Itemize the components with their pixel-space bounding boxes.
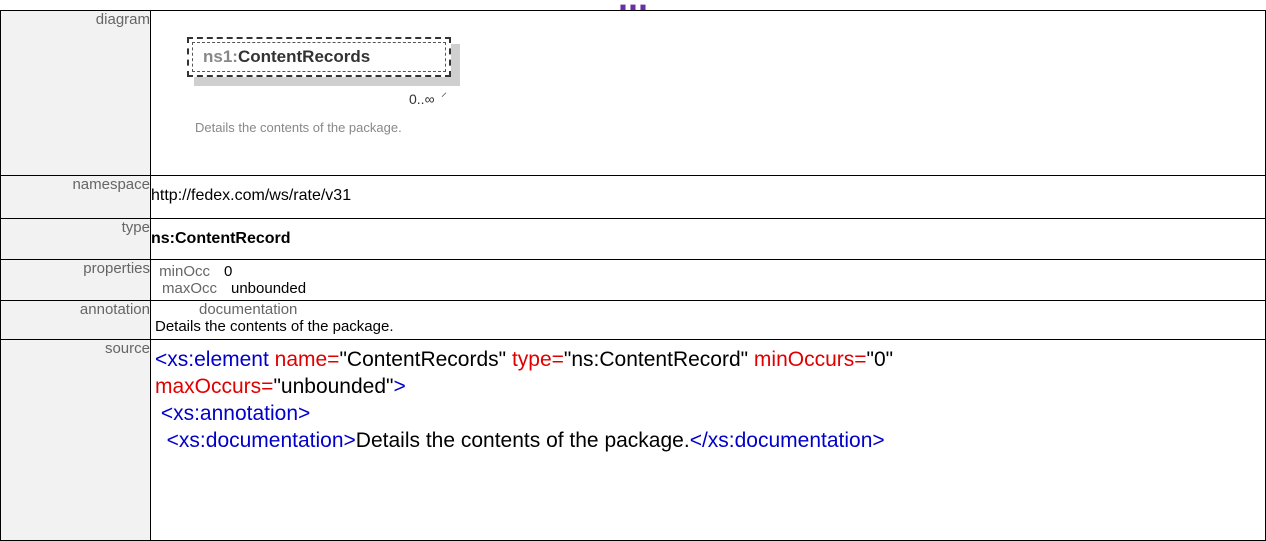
element-diagram: ns1: ContentRecords ⸝ 0..∞ Details the c…	[151, 11, 1265, 175]
xml-content: Details the contents of the package.	[355, 429, 690, 452]
xml-value: "unbounded"	[273, 375, 394, 398]
type-value[interactable]: ns:ContentRecord	[151, 219, 1265, 248]
annotation-value: Details the contents of the package.	[155, 318, 394, 335]
element-prefix: ns1:	[203, 47, 238, 66]
diagram-cell: ns1: ContentRecords ⸝ 0..∞ Details the c…	[150, 10, 1266, 176]
xml-tag: </xs:documentation>	[689, 429, 885, 452]
source-line-2: maxOccurs="unbounded">	[155, 373, 1265, 400]
property-value: 0	[224, 263, 233, 280]
xml-attr: type=	[506, 348, 564, 371]
source-line-1: <xs:element name="ContentRecords" type="…	[155, 346, 1265, 373]
element-doc-table: diagram ns1: ContentRecords ⸝ 0..∞ Detai…	[0, 10, 1266, 541]
source-line-3: <xs:annotation>	[155, 400, 1265, 427]
element-box-inner: ns1: ContentRecords	[192, 42, 446, 72]
xml-value: "ContentRecords"	[339, 348, 507, 371]
diagram-row: diagram ns1: ContentRecords ⸝ 0..∞ Detai…	[0, 10, 1266, 176]
diagram-description: Details the contents of the package.	[195, 120, 402, 135]
xml-tag: >	[393, 375, 406, 398]
type-row: type ns:ContentRecord	[0, 218, 1266, 260]
xml-attr: minOccurs=	[748, 348, 867, 371]
xml-tag: <xs:element	[155, 348, 269, 371]
namespace-label: namespace	[0, 175, 151, 219]
element-box[interactable]: ns1: ContentRecords	[187, 37, 451, 77]
properties-list: minOcc 0 maxOcc unbounded	[151, 260, 1265, 297]
xml-tag: <xs:annotation>	[155, 402, 311, 425]
xml-attr: name=	[268, 348, 340, 371]
xml-value: "0"	[866, 348, 894, 371]
source-row: source <xs:element name="ContentRecords"…	[0, 339, 1266, 541]
diagram-label: diagram	[0, 10, 151, 176]
namespace-value: http://fedex.com/ws/rate/v31	[151, 187, 352, 204]
annotation-row: annotation documentation Details the con…	[0, 300, 1266, 340]
properties-row: properties minOcc 0 maxOcc unbounded	[0, 259, 1266, 301]
property-max-occurs: maxOcc unbounded	[151, 280, 1265, 297]
connector-caret-icon: ⸝	[441, 85, 448, 99]
xml-tag: <xs:documentation>	[155, 429, 356, 452]
property-value: unbounded	[231, 280, 307, 297]
annotation-key: documentation	[199, 301, 298, 318]
annotation-content: documentation Details the contents of th…	[153, 301, 1265, 335]
xml-value: "ns:ContentRecord"	[563, 348, 749, 371]
xml-attr: maxOccurs=	[155, 375, 274, 398]
property-key: minOcc	[159, 263, 210, 280]
source-code: <xs:element name="ContentRecords" type="…	[151, 340, 1265, 454]
property-key: maxOcc	[161, 280, 217, 297]
type-label: type	[0, 218, 151, 260]
namespace-row: namespace http://fedex.com/ws/rate/v31	[0, 175, 1266, 219]
source-line-4: <xs:documentation>Details the contents o…	[155, 427, 1265, 454]
source-label: source	[0, 339, 151, 541]
element-name: ContentRecords	[237, 47, 371, 66]
multiplicity: 0..∞	[409, 91, 435, 107]
annotation-label: annotation	[0, 300, 151, 340]
properties-label: properties	[0, 259, 151, 301]
property-min-occurs: minOcc 0	[151, 263, 1265, 280]
